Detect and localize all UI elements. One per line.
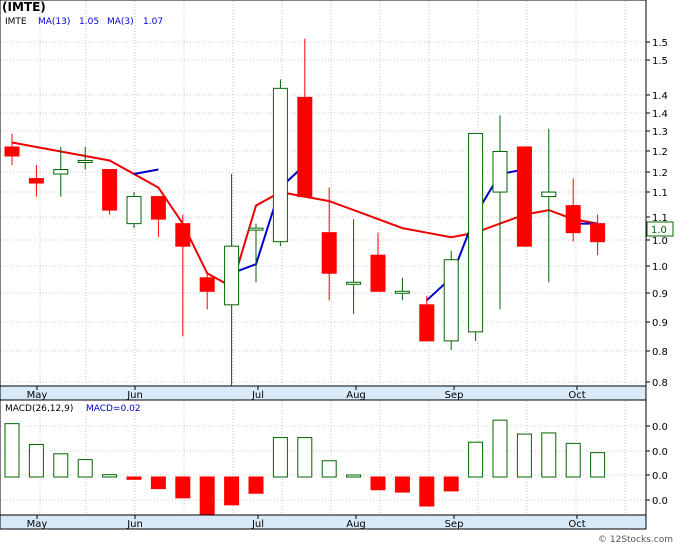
macd-legend-value: MACD=0.02 [86, 404, 141, 414]
candle-up [224, 245, 240, 306]
month-label: Jul [251, 390, 264, 401]
candle-up [53, 169, 69, 175]
macd-axis: 0.0 0.0 0.0 0.0 [646, 422, 668, 507]
last-price-label: 1.0 [651, 225, 667, 236]
macd-bar-negative [126, 476, 142, 480]
macd-bar-positive [102, 474, 118, 478]
macd-bar-positive [346, 474, 362, 478]
macd-bar-negative [394, 476, 410, 493]
candle-up [541, 191, 557, 198]
candle-up [394, 290, 410, 294]
macd-tick-label: 0.0 [652, 422, 668, 433]
candle-down [28, 178, 44, 184]
macd-bar-negative [150, 476, 166, 490]
price-tick-label: 1.4 [652, 109, 668, 120]
month-label: Oct [568, 519, 585, 530]
candle-up [272, 87, 288, 243]
stock-chart: 1.51.51.41.41.31.21.21.11.11.01.00.90.90… [0, 0, 674, 545]
macd-bar-positive [77, 459, 93, 478]
macd-bar-positive [272, 437, 288, 478]
candle-down [516, 146, 532, 247]
candle-down [297, 96, 313, 198]
macd-tick-label: 0.0 [652, 471, 668, 482]
macd-bar-negative [419, 476, 435, 507]
macd-bar-negative [224, 476, 240, 506]
macd-legend-name: MACD(26,12,9) [5, 404, 73, 414]
macd-bar-positive [516, 433, 532, 478]
macd-month-axis [0, 514, 647, 530]
candle-up [248, 227, 264, 231]
price-tick-label: 0.8 [652, 347, 668, 358]
candle-up [468, 132, 484, 333]
macd-bar-negative [175, 476, 191, 499]
month-label: Jul [251, 519, 264, 530]
candle-down [321, 232, 337, 274]
candle-down [419, 304, 435, 342]
macd-bar-negative [370, 476, 386, 491]
candle-down [199, 277, 215, 292]
month-label: May [27, 390, 48, 401]
macd-bar-positive [541, 432, 557, 478]
price-tick-label: 1.5 [652, 38, 668, 49]
macd-bar-positive [4, 423, 20, 478]
macd-bar-positive [321, 460, 337, 478]
macd-bar-positive [53, 453, 69, 478]
month-label: May [27, 519, 48, 530]
candle-up [492, 150, 508, 193]
macd-bar-positive [468, 441, 484, 478]
month-label: Oct [568, 390, 585, 401]
price-tick-label: 1.3 [652, 127, 668, 138]
month-label: Sep [445, 390, 464, 401]
candle-up [443, 259, 459, 342]
price-tick-label: 0.8 [652, 378, 668, 389]
macd-bar-positive [297, 437, 313, 478]
candle-down [590, 223, 606, 243]
legend-symbol: IMTE [5, 17, 27, 27]
macd-tick-label: 0.0 [652, 496, 668, 507]
ticker-label: (IMTE) [2, 0, 46, 14]
macd-bar-positive [28, 444, 44, 478]
macd-bar-negative [248, 476, 264, 494]
candle-down [565, 205, 581, 234]
candle-down [175, 223, 191, 247]
candle-up [346, 281, 362, 285]
price-tick-label: 1.0 [652, 236, 668, 247]
legend-ma13-label: MA(13) [38, 17, 70, 27]
month-label: Jun [126, 390, 143, 401]
price-tick-label: 0.9 [652, 289, 668, 300]
price-tick-label: 1.2 [652, 147, 668, 158]
candle-down [150, 196, 166, 220]
legend-ma13-value: 1.05 [79, 17, 99, 27]
legend-ma3-label: MA(3) [107, 17, 134, 27]
price-tick-label: 1.4 [652, 91, 668, 102]
candle-down [4, 146, 20, 157]
macd-bar-positive [492, 419, 508, 478]
macd-bar-positive [590, 452, 606, 478]
price-month-axis [0, 385, 647, 401]
price-tick-label: 0.9 [652, 318, 668, 329]
month-label: Aug [346, 390, 366, 401]
macd-bar-negative [443, 476, 459, 492]
legend-ma3-value: 1.07 [143, 17, 163, 27]
macd-bar-negative [199, 476, 215, 515]
month-label: Jun [126, 519, 143, 530]
candle-up [77, 160, 93, 163]
candle-up [126, 196, 142, 225]
macd-tick-label: 0.0 [652, 447, 668, 458]
price-axis: 1.51.51.41.41.31.21.21.11.11.01.00.90.90… [646, 38, 668, 389]
candle-down [370, 254, 386, 292]
month-label: Aug [346, 519, 366, 530]
price-tick-label: 1.2 [652, 168, 668, 179]
price-tick-label: 1.5 [652, 56, 668, 67]
price-tick-label: 1.1 [652, 188, 668, 199]
month-label: Sep [445, 519, 464, 530]
macd-bar-positive [565, 442, 581, 478]
watermark: © 12Stocks.com [598, 535, 673, 545]
candle-down [102, 169, 118, 211]
price-tick-label: 1.0 [652, 262, 668, 273]
